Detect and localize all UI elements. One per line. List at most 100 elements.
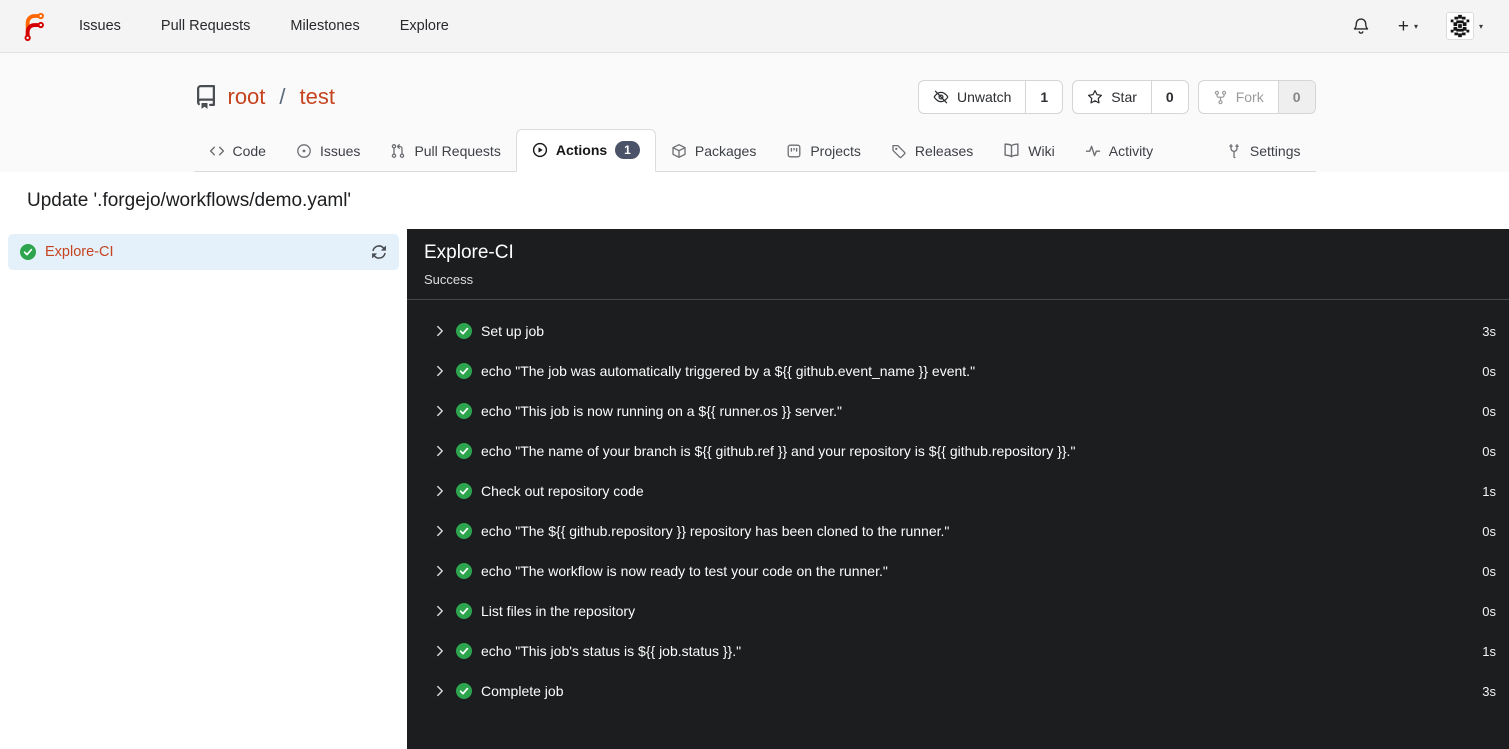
step-duration: 1s — [1482, 483, 1496, 499]
star-icon — [1088, 90, 1103, 104]
run-commit-title: Update '.forgejo/workflows/demo.yaml' — [27, 190, 352, 211]
success-check-icon — [456, 563, 472, 579]
nav-explore[interactable]: Explore — [400, 18, 449, 34]
step-row[interactable]: echo "The ${{ github.repository }} repos… — [433, 511, 1496, 551]
success-check-icon — [456, 643, 472, 659]
step-name: echo "This job's status is ${{ job.statu… — [481, 643, 742, 659]
step-name: Check out repository code — [481, 483, 644, 499]
repo-action-buttons: Unwatch 1 Star 0 Fork 0 — [917, 80, 1316, 114]
step-duration: 0s — [1482, 403, 1496, 419]
user-menu[interactable]: ▾ — [1445, 12, 1483, 40]
plus-icon: + — [1397, 15, 1409, 37]
step-duration: 0s — [1482, 363, 1496, 379]
top-navbar: Issues Pull Requests Milestones Explore … — [0, 0, 1509, 53]
repo-tab-bar: Code Issues Pull Requests Actions 1 Pack… — [193, 129, 1316, 172]
star-button[interactable]: Star 0 — [1072, 80, 1189, 114]
package-icon — [672, 144, 686, 158]
step-row[interactable]: echo "The job was automatically triggere… — [433, 351, 1496, 391]
pulse-icon — [1085, 145, 1100, 157]
forgejo-logo-icon[interactable] — [18, 11, 49, 42]
tab-projects[interactable]: Projects — [771, 132, 876, 171]
success-check-icon — [456, 483, 472, 499]
tag-icon — [892, 144, 906, 159]
tab-code[interactable]: Code — [194, 132, 281, 171]
chevron-right-icon — [437, 445, 443, 457]
repo-name-link[interactable]: test — [300, 84, 335, 110]
nav-issues[interactable]: Issues — [79, 18, 121, 34]
step-duration: 1s — [1482, 643, 1496, 659]
fork-count: 0 — [1277, 81, 1315, 113]
step-name: Set up job — [481, 323, 545, 339]
step-row[interactable]: echo "This job's status is ${{ job.statu… — [433, 631, 1496, 671]
repo-title: root / test — [194, 84, 335, 110]
step-row[interactable]: List files in the repository 0s — [433, 591, 1496, 631]
step-row[interactable]: Set up job 3s — [433, 311, 1496, 351]
watch-count: 1 — [1025, 81, 1062, 113]
job-log-panel: Explore-CI Success Set up job 3s echo "T… — [407, 229, 1509, 749]
chevron-right-icon — [437, 525, 443, 537]
play-circle-icon — [532, 142, 547, 158]
tab-settings[interactable]: Settings — [1211, 132, 1316, 171]
nav-milestones[interactable]: Milestones — [290, 18, 359, 34]
step-row[interactable]: Complete job 3s — [433, 671, 1496, 711]
tab-issues[interactable]: Issues — [281, 132, 375, 171]
tab-wiki[interactable]: Wiki — [988, 131, 1069, 171]
project-board-icon — [787, 144, 801, 158]
primary-nav: Issues Pull Requests Milestones Explore — [79, 18, 449, 34]
job-name: Explore-CI — [45, 244, 114, 260]
nav-pull-requests[interactable]: Pull Requests — [161, 18, 250, 34]
tab-activity[interactable]: Activity — [1070, 132, 1168, 171]
eye-slash-icon — [933, 90, 949, 104]
tab-actions[interactable]: Actions 1 — [515, 129, 656, 172]
chevron-right-icon — [437, 365, 443, 377]
repo-book-icon — [194, 85, 218, 109]
step-row[interactable]: echo "This job is now running on a ${{ r… — [433, 391, 1496, 431]
step-name: echo "The ${{ github.repository }} repos… — [481, 523, 950, 539]
step-name: echo "The workflow is now ready to test … — [481, 563, 888, 579]
step-row[interactable]: Check out repository code 1s — [433, 471, 1496, 511]
success-check-icon — [456, 403, 472, 419]
step-duration: 3s — [1482, 683, 1496, 699]
success-check-icon — [456, 443, 472, 459]
log-header: Explore-CI Success — [407, 229, 1509, 300]
success-check-icon — [456, 363, 472, 379]
repo-owner-link[interactable]: root — [228, 84, 266, 110]
step-duration: 3s — [1482, 323, 1496, 339]
chevron-right-icon — [437, 405, 443, 417]
code-icon — [209, 146, 224, 156]
step-row[interactable]: echo "The name of your branch is ${{ git… — [433, 431, 1496, 471]
step-name: List files in the repository — [481, 603, 636, 619]
chevron-right-icon — [437, 565, 443, 577]
action-run-view: Update '.forgejo/workflows/demo.yaml' Ex… — [0, 172, 1509, 749]
job-sidebar: Explore-CI — [0, 229, 407, 749]
step-name: echo "The name of your branch is ${{ git… — [481, 443, 1076, 459]
actions-count-badge: 1 — [615, 141, 640, 159]
success-check-icon — [456, 683, 472, 699]
chevron-right-icon — [437, 485, 443, 497]
step-name: Complete job — [481, 683, 564, 699]
fork-icon — [1214, 90, 1226, 104]
tab-pull-requests[interactable]: Pull Requests — [375, 132, 515, 171]
notifications-bell-icon[interactable] — [1352, 17, 1370, 35]
repo-path-separator: / — [279, 84, 286, 109]
rerun-refresh-icon[interactable] — [371, 244, 387, 260]
tab-releases[interactable]: Releases — [876, 132, 988, 171]
avatar — [1445, 12, 1474, 40]
repo-header: root / test Unwatch 1 Star 0 Fork 0 Code… — [0, 53, 1509, 172]
step-row[interactable]: echo "The workflow is now ready to test … — [433, 551, 1496, 591]
success-check-icon — [456, 603, 472, 619]
chevron-right-icon — [437, 605, 443, 617]
log-job-status: Success — [424, 272, 474, 287]
step-duration: 0s — [1482, 603, 1496, 619]
tab-packages[interactable]: Packages — [656, 132, 771, 171]
step-name: echo "This job is now running on a ${{ r… — [481, 403, 842, 419]
pull-request-icon — [392, 144, 405, 158]
issue-icon — [297, 144, 311, 158]
log-job-name: Explore-CI — [424, 242, 514, 263]
fork-button[interactable]: Fork 0 — [1197, 80, 1316, 114]
unwatch-button[interactable]: Unwatch 1 — [917, 80, 1064, 114]
navbar-right: + ▾ ▾ — [1352, 12, 1483, 40]
book-open-icon — [1004, 143, 1019, 158]
create-new-menu[interactable]: + ▾ — [1398, 17, 1418, 36]
job-list-item-explore-ci[interactable]: Explore-CI — [8, 234, 399, 270]
